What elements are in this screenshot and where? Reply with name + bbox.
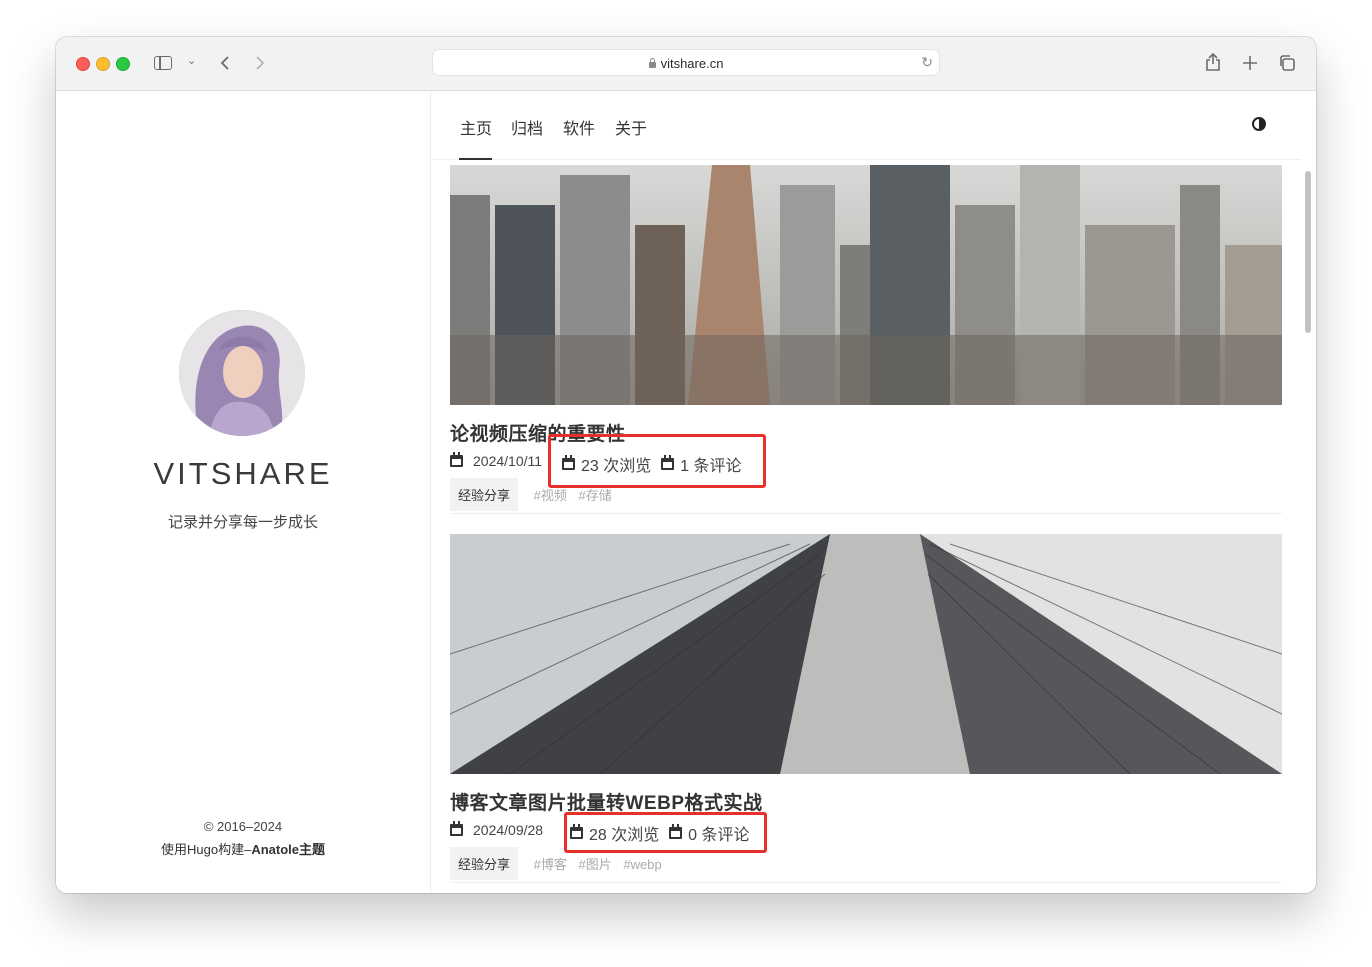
view-count: 28 次浏览	[589, 827, 660, 844]
top-nav: 主页 归档 软件 关于	[431, 91, 1301, 160]
nav-item-about[interactable]: 关于	[615, 115, 647, 139]
nav-item-software[interactable]: 软件	[563, 115, 595, 139]
calendar-icon	[562, 455, 575, 470]
calendar-icon	[450, 821, 463, 836]
scrollbar[interactable]	[1305, 171, 1311, 333]
avatar	[179, 310, 305, 436]
post-title[interactable]: 博客文章图片批量转WEBP格式实战	[450, 788, 763, 815]
comment-count: 1 条评论	[680, 458, 742, 475]
calendar-icon	[570, 824, 583, 839]
category-badge[interactable]: 经验分享	[450, 478, 519, 511]
new-tab-icon[interactable]	[1242, 55, 1258, 71]
view-count: 23 次浏览	[581, 458, 652, 475]
calendar-icon	[661, 455, 675, 470]
active-nav-indicator	[459, 158, 492, 160]
reload-icon[interactable]: ↻	[921, 54, 933, 71]
post-tags: 经验分享 #视频 #存储	[450, 478, 620, 511]
browser-toolbar: ⌄ vitshare.cn ↻	[56, 37, 1316, 91]
site-name[interactable]: VITSHARE	[56, 456, 430, 492]
zoom-window-button[interactable]	[116, 57, 130, 71]
category-badge[interactable]: 经验分享	[450, 847, 519, 880]
sidebar-toggle-icon[interactable]	[154, 56, 172, 70]
post-thumbnail[interactable]	[450, 534, 1282, 774]
post-meta: 2024/10/11	[450, 452, 548, 470]
forward-arrow-icon[interactable]	[254, 55, 266, 71]
share-icon[interactable]	[1205, 52, 1221, 72]
tag-link[interactable]: #图片	[579, 857, 612, 872]
post-date: 2024/09/28	[473, 822, 544, 838]
post-divider	[450, 882, 1282, 883]
calendar-icon	[669, 824, 683, 839]
tab-overview-icon[interactable]	[1278, 54, 1296, 72]
post-meta: 2024/09/28	[450, 821, 549, 839]
back-arrow-icon[interactable]	[219, 55, 231, 71]
site-tagline: 记录并分享每一步成长	[167, 514, 318, 531]
copyright-text: © 2016–2024	[203, 819, 283, 834]
comment-count: 0 条评论	[688, 827, 750, 844]
main-content: 主页 归档 软件 关于 论视频压缩的重要性 2024/10/11 23 次浏览 …	[431, 91, 1316, 893]
profile-sidebar: VITSHARE 记录并分享每一步成长 © 2016–2024 使用Hugo构建…	[56, 91, 431, 893]
url-text: vitshare.cn	[660, 56, 724, 71]
post-divider	[450, 513, 1282, 514]
theme-link[interactable]: Anatole主题	[251, 842, 325, 857]
lock-icon	[648, 58, 656, 68]
post-date: 2024/10/11	[473, 453, 543, 469]
nav-item-home[interactable]: 主页	[460, 115, 492, 139]
calendar-icon	[450, 452, 463, 467]
chevron-down-icon[interactable]: ⌄	[187, 54, 196, 67]
built-with-prefix: 使用Hugo构建–	[161, 842, 252, 857]
post-stats: 23 次浏览 1 条评论	[562, 452, 748, 476]
address-text: vitshare.cn	[433, 56, 939, 71]
post-tags: 经验分享 #博客 #图片 #webp	[450, 847, 670, 880]
browser-window: ⌄ vitshare.cn ↻ VITSHARE 记录并分享每一步成长 © 20…	[56, 37, 1316, 893]
address-bar[interactable]: vitshare.cn ↻	[432, 49, 940, 76]
post-title[interactable]: 论视频压缩的重要性	[450, 419, 626, 446]
built-with-text: 使用Hugo构建–Anatole主题	[56, 839, 430, 858]
close-window-button[interactable]	[76, 57, 90, 71]
tag-link[interactable]: #webp	[623, 857, 661, 872]
post-stats: 28 次浏览 0 条评论	[570, 821, 756, 845]
tag-link[interactable]: #视频	[534, 488, 567, 503]
post-thumbnail[interactable]	[450, 165, 1282, 405]
tag-link[interactable]: #存储	[579, 488, 612, 503]
minimize-window-button[interactable]	[96, 57, 110, 71]
theme-toggle-icon[interactable]	[1252, 117, 1266, 131]
tag-link[interactable]: #博客	[534, 857, 567, 872]
nav-item-archive[interactable]: 归档	[511, 115, 543, 139]
